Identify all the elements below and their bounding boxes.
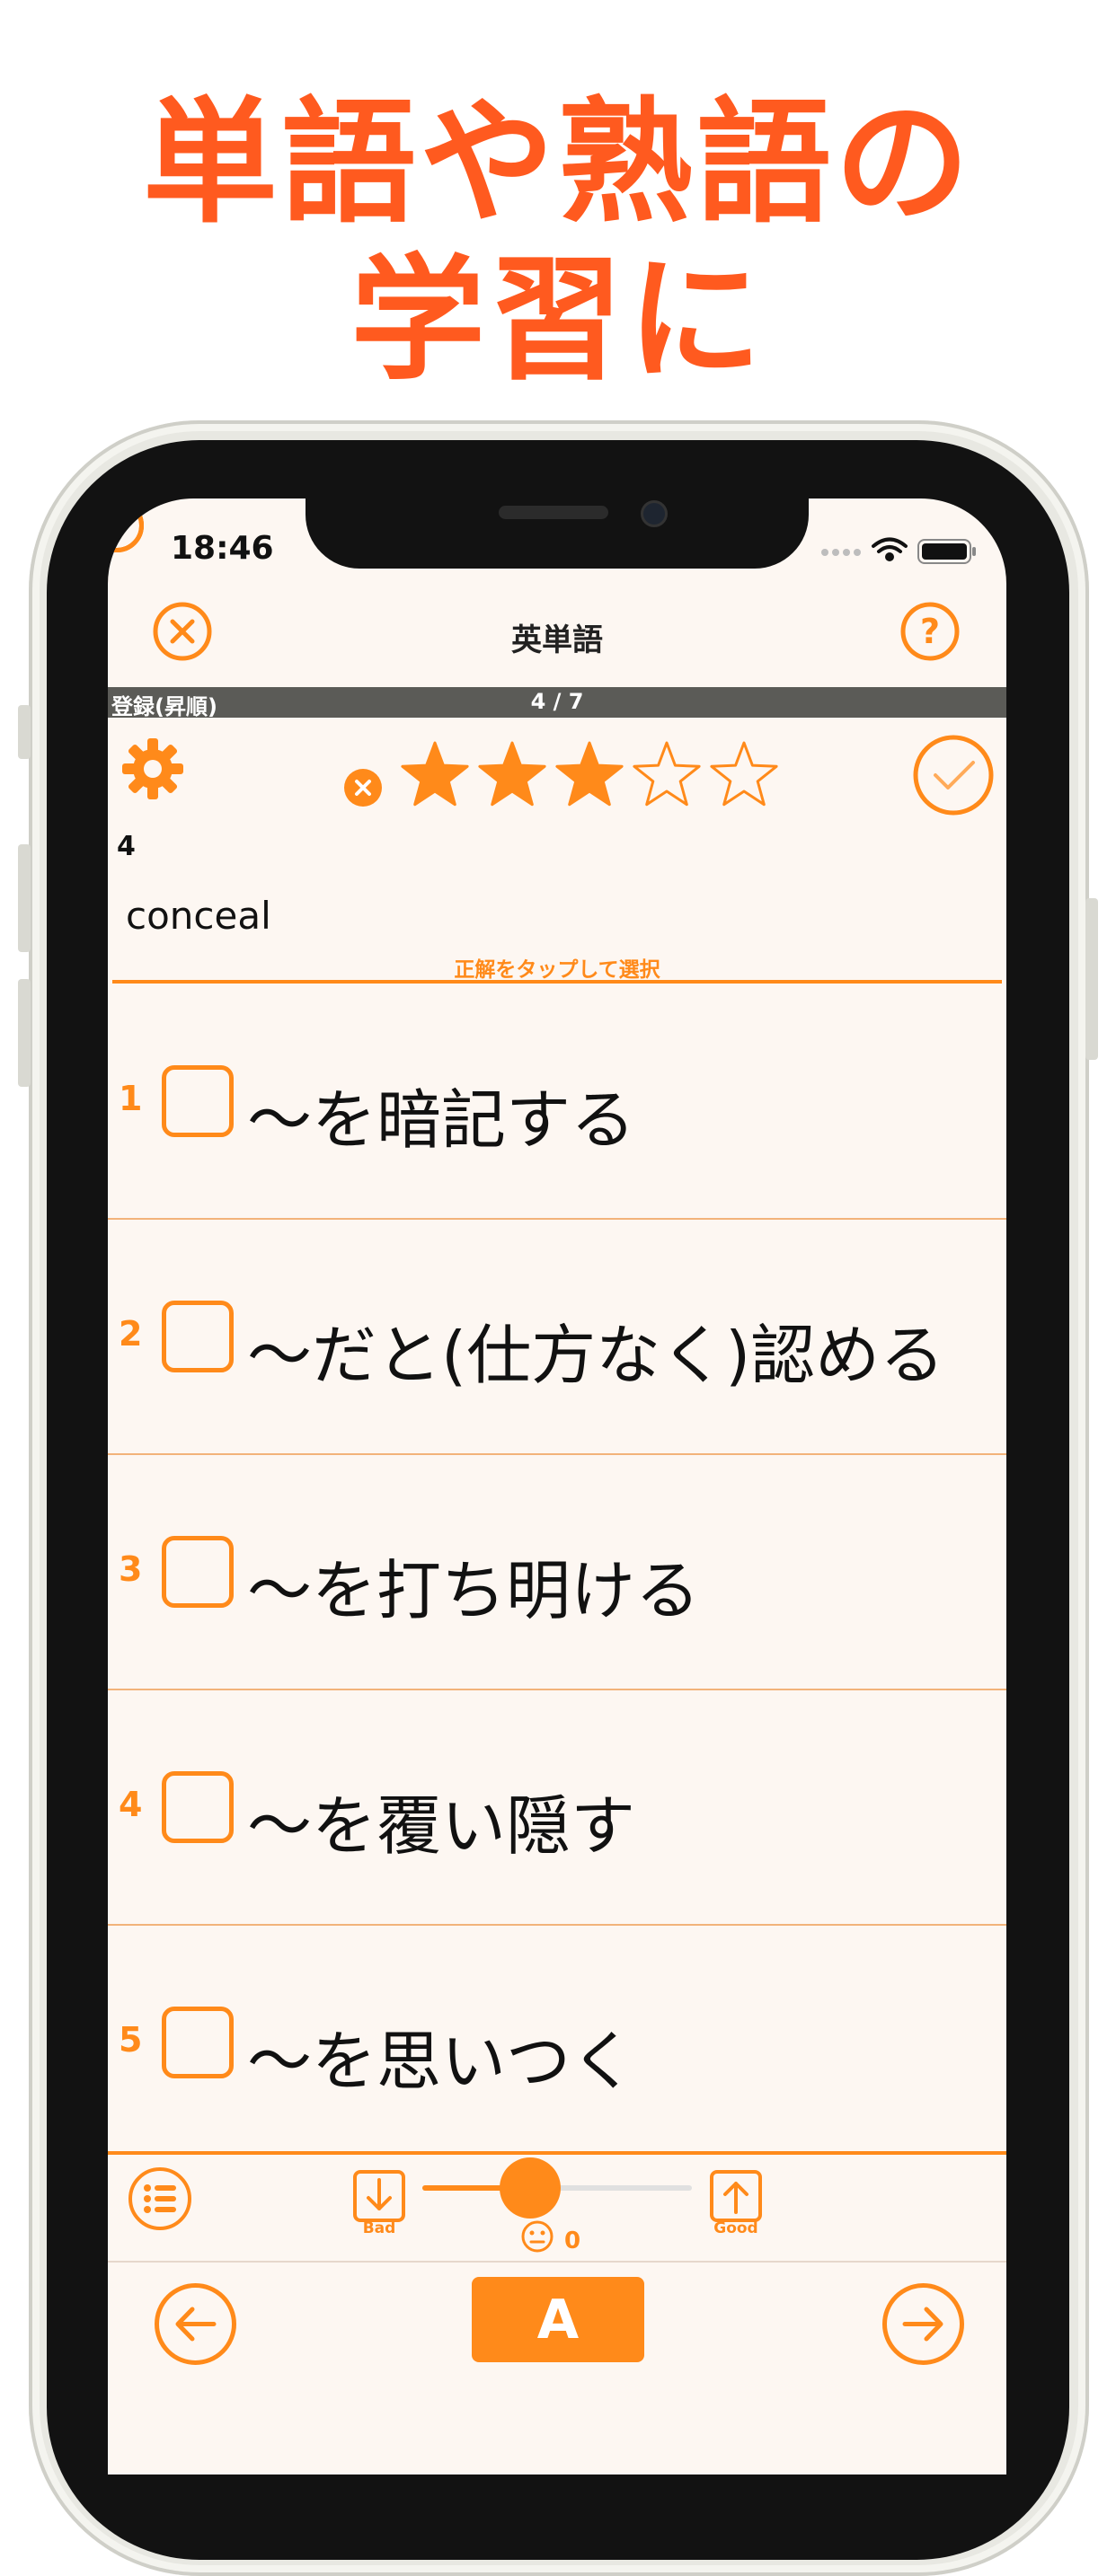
star-rating[interactable] — [395, 739, 791, 811]
mood-indicator — [519, 2219, 555, 2254]
mark-learned-button[interactable] — [912, 734, 995, 816]
divider — [112, 980, 1002, 984]
instruction-hint: 正解をタップして選択 — [454, 958, 660, 982]
choice-checkbox[interactable] — [162, 2007, 234, 2078]
choice-row-2[interactable]: 2 〜だと(仕方なく)認める — [108, 1220, 1006, 1455]
status-icons — [818, 534, 988, 565]
headline-line-2: 学習に — [350, 243, 766, 399]
progress-label: 4 / 7 — [530, 689, 584, 714]
star-empty-icon[interactable] — [633, 741, 701, 807]
battery-icon — [917, 539, 976, 564]
arrow-right-icon — [882, 2283, 964, 2365]
front-camera — [641, 500, 668, 527]
choice-row-1[interactable]: 1 〜を暗記する — [108, 984, 1006, 1220]
question-word: conceal — [126, 894, 271, 938]
volume-up-button — [18, 844, 31, 952]
help-icon: ? — [900, 602, 960, 661]
status-time: 18:46 — [171, 530, 274, 567]
choice-checkbox[interactable] — [162, 1065, 234, 1137]
arrow-left-icon — [155, 2283, 236, 2365]
star-filled-icon[interactable] — [555, 741, 624, 807]
bad-button[interactable]: Bad — [350, 2169, 408, 2241]
power-button — [1085, 898, 1098, 1060]
screen-title: 英単語 — [511, 622, 603, 658]
star-filled-icon[interactable] — [401, 741, 469, 807]
choice-row-5[interactable]: 5 〜を思いつく — [108, 1926, 1006, 2161]
choice-checkbox[interactable] — [162, 1536, 234, 1608]
list-icon — [128, 2167, 191, 2230]
headline-line-1: 単語や熟語の — [142, 85, 973, 242]
good-button[interactable]: Good — [707, 2169, 765, 2241]
choice-text: 〜を思いつく — [247, 2024, 636, 2099]
choice-number: 5 — [119, 2020, 143, 2060]
clear-x-icon — [344, 769, 382, 807]
footer-divider — [108, 2261, 1006, 2263]
settings-button[interactable] — [120, 737, 185, 801]
checkmark-icon — [913, 735, 994, 816]
choice-list: 1 〜を暗記する 2 〜だと(仕方なく)認める 3 〜を打ち明ける 4 〜を覆い… — [108, 984, 1006, 2152]
choice-number: 4 — [119, 1785, 143, 1824]
mute-switch — [18, 705, 31, 759]
choice-number: 1 — [119, 1079, 143, 1118]
next-button[interactable] — [881, 2281, 966, 2367]
previous-button[interactable] — [153, 2281, 238, 2367]
signal-icon — [821, 549, 861, 556]
good-label: Good — [713, 2219, 758, 2237]
help-button[interactable]: ? — [900, 602, 960, 661]
star-filled-icon[interactable] — [478, 741, 546, 807]
list-button[interactable] — [128, 2166, 192, 2231]
neutral-face-icon — [521, 2220, 554, 2253]
volume-down-button — [18, 979, 31, 1087]
promo-headline: 単語や熟語の 学習に — [0, 85, 1116, 400]
choice-row-3[interactable]: 3 〜を打ち明ける — [108, 1455, 1006, 1690]
mood-value: 0 — [564, 2228, 581, 2254]
choice-row-4[interactable]: 4 〜を覆い隠す — [108, 1690, 1006, 1926]
clear-rating-button[interactable] — [343, 768, 383, 807]
answer-button[interactable]: A — [472, 2277, 644, 2362]
earpiece-speaker — [499, 506, 608, 519]
choice-checkbox[interactable] — [162, 1301, 234, 1372]
svg-text:?: ? — [920, 612, 940, 651]
arrow-up-box-icon — [710, 2170, 762, 2222]
star-empty-icon[interactable] — [710, 741, 778, 807]
arrow-down-box-icon — [353, 2170, 405, 2222]
app-screen: 18:46 英単語 ? 登録(昇順) 4 / 7 4 conceal 正解をタッ… — [108, 498, 1006, 2475]
rating-slider-thumb[interactable] — [500, 2157, 561, 2219]
wifi-icon — [872, 537, 908, 561]
choice-number: 3 — [119, 1549, 143, 1589]
choice-text: 〜を暗記する — [247, 1082, 636, 1158]
info-bar: 登録(昇順) 4 / 7 — [108, 687, 1006, 719]
toolbar-divider — [108, 2151, 1006, 2155]
word-number: 4 — [117, 831, 136, 862]
choice-text: 〜だと(仕方なく)認める — [247, 1318, 945, 1393]
choice-checkbox[interactable] — [162, 1771, 234, 1843]
choice-text: 〜を覆い隠す — [247, 1788, 636, 1864]
choice-number: 2 — [119, 1314, 143, 1354]
gear-icon — [122, 738, 183, 799]
choice-text: 〜を打ち明ける — [247, 1553, 701, 1628]
